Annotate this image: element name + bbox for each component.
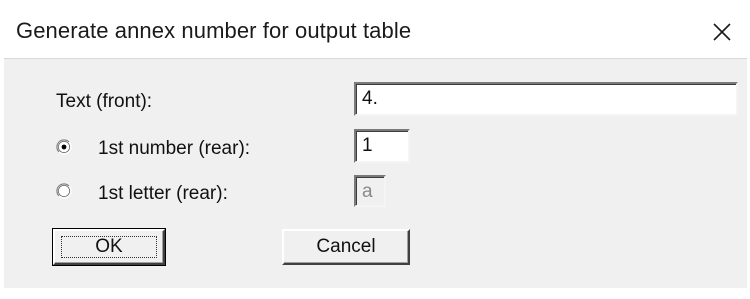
- number-rear-field[interactable]: 1: [354, 129, 410, 163]
- dialog-title: Generate annex number for output table: [16, 18, 412, 43]
- title-bar[interactable]: Generate annex number for output table: [4, 6, 748, 58]
- cancel-button[interactable]: Cancel: [282, 229, 410, 265]
- close-button[interactable]: [702, 12, 742, 52]
- number-rear-radio[interactable]: [56, 139, 72, 155]
- text-front-label: Text (front):: [56, 91, 153, 112]
- letter-rear-label: 1st letter (rear):: [98, 183, 228, 204]
- cancel-button-label: Cancel: [316, 236, 376, 257]
- letter-rear-field[interactable]: a: [354, 175, 386, 207]
- dialog-window: Generate annex number for output table T…: [0, 0, 750, 299]
- number-rear-label: 1st number (rear):: [98, 138, 251, 159]
- ok-button-label: OK: [95, 236, 123, 257]
- letter-rear-radio[interactable]: [56, 183, 72, 199]
- close-icon: [713, 23, 731, 41]
- text-front-field[interactable]: 4.: [354, 82, 738, 116]
- radio-selected-icon: [56, 139, 72, 155]
- ok-button[interactable]: OK: [52, 228, 166, 266]
- dialog-body: Text (front): 4. 1st number (rear): 1 1s…: [4, 58, 747, 288]
- radio-unselected-icon: [56, 183, 72, 199]
